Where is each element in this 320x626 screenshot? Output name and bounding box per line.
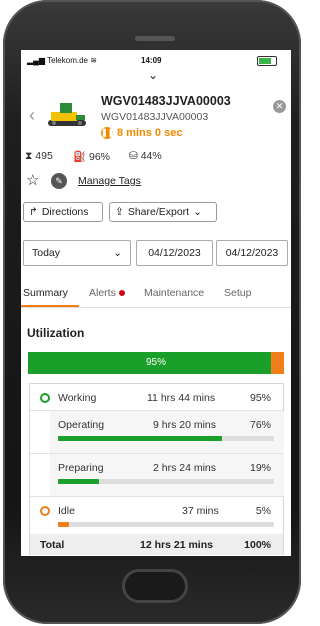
def-stat: ⛁ 44%: [129, 150, 162, 162]
battery-icon: [257, 56, 277, 66]
directions-button[interactable]: ↱ Directions: [23, 202, 103, 222]
working-time: 11 hrs 44 mins: [147, 392, 216, 404]
idle-time: 37 mins: [182, 505, 219, 517]
share-export-button[interactable]: ⇪ Share/Export ⌄: [109, 202, 217, 222]
signal-icon: ▂▄▆: [27, 56, 48, 65]
hours-stat: ⧗ 495: [25, 150, 53, 162]
range-select[interactable]: Today ⌄: [23, 240, 131, 266]
operating-row: [50, 411, 284, 453]
fuel-stat: ⛽ 96%: [73, 151, 111, 163]
preparing-label: Preparing: [58, 462, 104, 474]
operating-bar-fill: [58, 436, 223, 441]
preparing-time: 2 hrs 24 mins: [153, 462, 217, 474]
phone-frame: ▂▄▆ Telekom.de ≋ 14:09 ⌄ ‹ WGV01483JJVA0…: [3, 0, 301, 624]
operating-time: 9 hrs 20 mins: [153, 419, 217, 431]
tab-setup[interactable]: Setup: [224, 287, 251, 299]
utilization-bar: 95%: [28, 352, 284, 374]
wifi-icon: ≋: [87, 56, 97, 65]
working-dot: [40, 393, 50, 403]
close-icon[interactable]: ✕: [273, 100, 286, 113]
chevron-down-icon: ⌄: [113, 247, 122, 259]
back-chevron-icon[interactable]: ‹: [29, 105, 35, 126]
utilization-title: Utilization: [27, 326, 85, 340]
status-carrier: ▂▄▆ Telekom.de ≋: [27, 56, 97, 65]
tab-summary[interactable]: Summary: [23, 287, 68, 299]
hourmeter-icon: ⧗: [25, 150, 36, 162]
paver-machine-icon: [48, 103, 86, 126]
star-icon[interactable]: ☆: [26, 171, 39, 189]
pause-icon: ❚❚: [101, 127, 115, 139]
total-label: Total: [40, 539, 65, 551]
machine-title: WGV01483JJVA00003: [101, 94, 231, 108]
chevron-down-icon: ⌄: [193, 206, 202, 218]
pencil-icon[interactable]: ✎: [51, 173, 67, 189]
start-date-field[interactable]: 04/12/2023: [136, 240, 213, 266]
tab-divider: [21, 307, 291, 308]
row-separator: [30, 496, 283, 497]
def-icon: ⛁: [129, 150, 141, 162]
operating-bar: [58, 436, 274, 441]
share-icon: ⇪: [115, 206, 124, 218]
utilization-breakdown-card: Working 11 hrs 44 mins 95% Operating 9 h…: [29, 383, 284, 555]
preparing-row: [50, 454, 284, 496]
tab-maintenance[interactable]: Maintenance: [144, 287, 204, 299]
total-time: 12 hrs 21 mins: [140, 539, 213, 551]
end-date-field[interactable]: 04/12/2023: [216, 240, 288, 266]
turn-arrow-icon: ↱: [29, 206, 38, 218]
utilization-percent: 95%: [145, 357, 166, 368]
idle-dot: [40, 506, 50, 516]
machine-state: 8 mins 0 sec: [117, 127, 183, 139]
preparing-bar: [58, 479, 274, 484]
working-pct: 95%: [249, 392, 271, 404]
alert-dot: [118, 290, 125, 297]
manage-tags-link[interactable]: Manage Tags: [78, 175, 141, 187]
operating-label: Operating: [58, 419, 105, 431]
operating-pct: 76%: [249, 419, 271, 431]
total-pct: 100%: [244, 539, 271, 551]
app-screen: ▂▄▆ Telekom.de ≋ 14:09 ⌄ ‹ WGV01483JJVA0…: [21, 50, 291, 556]
idle-label: Idle: [58, 505, 75, 517]
chevron-down-icon[interactable]: ⌄: [148, 68, 158, 82]
idle-bar-fill: [58, 522, 69, 527]
machine-serial: WGV01483JJVA00003: [101, 111, 209, 123]
working-label: Working: [58, 392, 97, 404]
preparing-pct: 19%: [249, 462, 271, 474]
status-time: 14:09: [141, 56, 162, 65]
home-button[interactable]: [122, 569, 188, 603]
fuel-icon: ⛽: [73, 151, 89, 163]
speaker-grille: [135, 36, 175, 41]
tab-alerts[interactable]: Alerts: [89, 287, 125, 299]
preparing-bar-fill: [58, 479, 100, 484]
idle-bar: [58, 522, 274, 527]
idle-pct: 5%: [255, 505, 271, 517]
